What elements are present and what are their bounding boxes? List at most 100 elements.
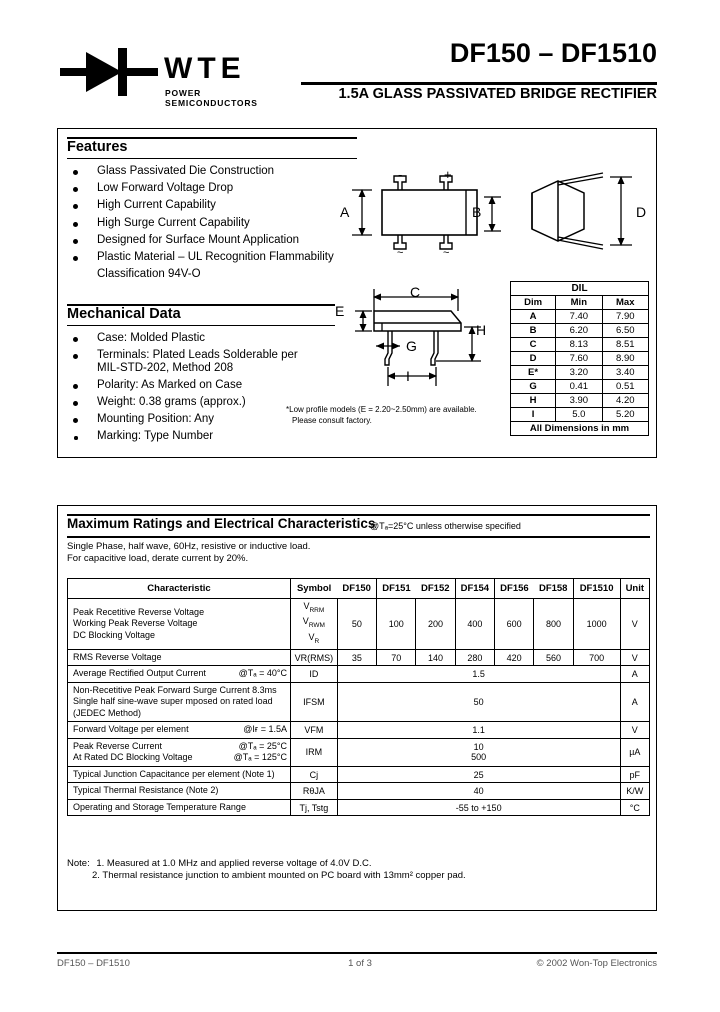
characteristic-line: Single half sine-wave super mposed on ra…	[73, 696, 273, 707]
note-2-text: 2. Thermal resistance junction to ambien…	[92, 870, 466, 881]
unit-cell: V	[619, 721, 651, 739]
max-cell: 5.20	[601, 407, 650, 422]
symbol-cell: IFSM	[289, 681, 338, 723]
characteristic-line: Working Peak Reverse Voltage	[73, 618, 198, 629]
features-heading: Features	[67, 139, 128, 155]
unit-cell: A	[619, 681, 651, 723]
value-cell-merged: 50	[336, 681, 621, 723]
min-cell: 8.13	[555, 337, 603, 352]
characteristic-cell: Non-Recetitive Peak Forward Surge Curren…	[67, 681, 291, 723]
characteristic-cell: RMS Reverse Voltage	[67, 648, 291, 667]
note-label: Note:	[67, 858, 90, 869]
characteristic-cell: Typical Junction Capacitance per element…	[67, 765, 291, 784]
dim-label-i: I	[406, 368, 410, 384]
max-cell: 0.51	[601, 379, 650, 394]
table-row: Operating and Storage Temperature Range …	[67, 798, 651, 817]
table-row: DIL	[510, 281, 649, 296]
min-cell: 3.20	[555, 365, 603, 380]
package-end-view-drawing	[531, 172, 632, 250]
dim-cell: I	[509, 407, 557, 422]
condition-text: @Tₐ = 125°C	[233, 752, 287, 763]
value-cell: 700	[572, 648, 621, 667]
value-cell: 140	[415, 648, 456, 667]
features-mechanical-panel: Features Glass Passivated Die Constructi…	[57, 128, 657, 458]
characteristic-line: Non-Recetitive Peak Forward Surge Curren…	[73, 684, 277, 695]
characteristic-text: At Rated DC Blocking Voltage	[73, 752, 193, 763]
value-cell: 600	[494, 598, 535, 650]
min-cell: 6.20	[555, 323, 603, 338]
mechanical-text: Case: Molded Plastic	[97, 332, 206, 344]
value-cell: 420	[494, 648, 535, 667]
ratings-preamble: Single Phase, half wave, 60Hz, resistive…	[67, 541, 310, 564]
footer-copyright: © 2002 Won-Top Electronics	[536, 958, 657, 969]
condition-text: @Tₐ = 40°C	[238, 668, 287, 679]
dim-label-g: G	[406, 338, 417, 354]
value-cell: 1000	[572, 598, 621, 650]
max-cell: 8.90	[601, 351, 650, 366]
min-cell: 5.0	[555, 407, 603, 422]
datasheet-page: WTE POWER SEMICONDUCTORS DF150 – DF1510 …	[0, 0, 720, 1012]
list-item: Terminals: Plated Leads Solderable per	[67, 349, 367, 363]
feature-text: High Surge Current Capability	[97, 216, 250, 229]
table-row: Typical Thermal Resistance (Note 2) RθJA…	[67, 782, 651, 800]
min-cell: 3.90	[555, 393, 603, 408]
mechanical-text: Mounting Position: Any	[97, 413, 214, 426]
symbol-cell: RθJA	[289, 782, 338, 800]
unit-cell: pF	[619, 765, 651, 784]
note-line-1: Note: 1. Measured at 1.0 MHz and applied…	[67, 858, 466, 870]
mechanical-text: Terminals: Plated Leads Solderable per	[97, 348, 298, 361]
preamble-line1: Single Phase, half wave, 60Hz, resistive…	[67, 541, 311, 552]
dim-cell: D	[509, 351, 557, 366]
max-cell: 6.50	[601, 323, 650, 338]
mechanical-text: Marking: Type Number	[97, 430, 214, 443]
feature-text: Glass Passivated Die Construction	[97, 165, 275, 177]
dim-label-d: D	[636, 204, 647, 220]
list-item-continuation: MIL-STD-202, Method 208	[67, 362, 367, 376]
value-line: 500	[471, 752, 487, 763]
dim-label-c: C	[410, 284, 421, 300]
table-row: Peak Recetitive Reverse Voltage Working …	[67, 598, 651, 650]
table-row: Dim Min Max	[509, 295, 650, 310]
value-cell: 560	[533, 648, 574, 667]
symbol-cell: ID	[289, 665, 338, 683]
min-cell: 7.40	[555, 309, 603, 324]
mechanical-list: Case: Molded Plastic Terminals: Plated L…	[67, 332, 367, 447]
mechanical-heading: Mechanical Data	[67, 306, 181, 322]
footnotes: Note: 1. Measured at 1.0 MHz and applied…	[67, 858, 466, 882]
dim-label-b: B	[472, 204, 482, 220]
column-header-df1510: DF1510	[572, 578, 621, 599]
low-profile-note: *Low profile models (E = 2.20~2.50mm) ar…	[286, 404, 511, 426]
table-row: H 3.90 4.20	[509, 393, 650, 408]
column-header-df154: DF154	[454, 578, 496, 599]
features-rule-bottom	[67, 158, 357, 159]
column-header-min: Min	[555, 295, 603, 310]
value-cell: 400	[454, 598, 496, 650]
value-cell: 70	[376, 648, 417, 667]
logo-tagline: POWER SEMICONDUCTORS	[165, 88, 258, 108]
feature-text: Low Forward Voltage Drop	[97, 182, 234, 195]
unit-cell: V	[619, 648, 651, 667]
note-line-2: 2. Thermal resistance junction to ambien…	[67, 870, 466, 882]
ratings-heading-condition: @Tₐ=25°C unless otherwise specified	[370, 521, 521, 531]
table-row: B 6.20 6.50	[509, 323, 650, 338]
column-header-characteristic: Characteristic	[67, 578, 291, 599]
value-cell-merged: 1.5	[336, 665, 621, 683]
value-cell: 100	[376, 598, 417, 650]
page-title: DF150 – DF1510	[449, 38, 657, 68]
table-row: RMS Reverse Voltage VR(RMS) 35 70 140 28…	[67, 648, 651, 667]
value-cell-merged: 10 500	[336, 737, 621, 767]
max-cell: 8.51	[601, 337, 650, 352]
value-cell: 800	[533, 598, 574, 650]
ac-terminal-label-1: ~	[397, 247, 404, 259]
characteristic-line: (JEDEC Method)	[73, 707, 142, 718]
table-header-row: Characteristic Symbol DF150 DF151 DF152 …	[67, 578, 651, 599]
table-row: I 5.0 5.20	[509, 407, 650, 422]
dim-cell: B	[509, 323, 557, 338]
diode-symbol-icon	[60, 48, 158, 96]
characteristic-line: Forward Voltage per element	[73, 724, 189, 735]
characteristic-cell: Average Rectified Output Current @Tₐ = 4…	[67, 665, 291, 683]
characteristic-cell: Peak Recetitive Reverse Voltage Working …	[67, 598, 291, 650]
max-cell: 3.40	[601, 365, 650, 380]
dim-cell: H	[509, 393, 557, 408]
table-row: All Dimensions in mm	[510, 421, 649, 436]
